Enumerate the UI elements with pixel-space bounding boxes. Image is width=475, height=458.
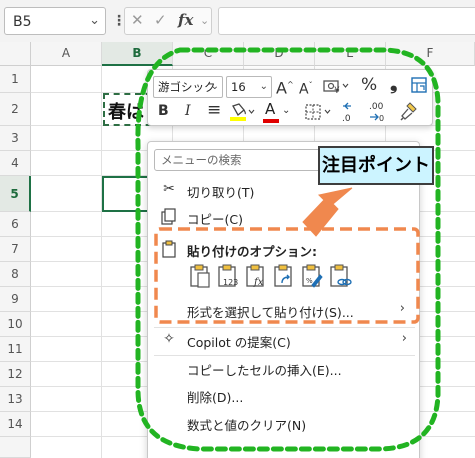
gridline [101, 66, 102, 458]
grow-font-label: A [276, 78, 287, 98]
menu-item-delete-label: 削除(D)... [187, 390, 244, 405]
sparkle-icon: ✧ [163, 331, 175, 347]
shrink-font-button[interactable]: Aˇ [299, 77, 313, 99]
row-header-4[interactable]: 4 [0, 151, 31, 176]
comma-style-button[interactable]: ❟ [390, 74, 397, 93]
chevron-down-icon[interactable]: ⌄ [200, 14, 209, 27]
menu-item-paste-special-label: 形式を選択して貼り付け(S)... [187, 305, 354, 320]
chevron-down-icon: ⌄ [259, 81, 268, 92]
menu-item-copy[interactable]: コピー(C) [148, 204, 421, 230]
formula-input[interactable] [218, 7, 475, 35]
svg-text:%: % [306, 277, 313, 285]
row-header-13[interactable]: 13 [0, 387, 31, 412]
enter-icon[interactable]: ✓ [154, 11, 167, 29]
row-header-15[interactable] [0, 437, 31, 458]
row-header-10[interactable]: 10 [0, 312, 31, 337]
menu-item-copy-label: コピー(C) [187, 212, 243, 227]
row-header-1[interactable]: 1 [0, 66, 31, 93]
font-color-swatch [263, 119, 279, 123]
align-center-button[interactable]: ≡ [207, 101, 221, 119]
name-box[interactable]: B5 ⌄ [4, 7, 106, 35]
menu-item-copilot[interactable]: ✧ Copilot の提案(C) › [148, 327, 421, 353]
menu-item-delete[interactable]: 削除(D)... [148, 382, 421, 408]
font-name-value: 游ゴシック [158, 80, 216, 94]
formula-buttons: ✕ ✓ fx ⌄ [124, 7, 212, 35]
menu-item-insert-copied[interactable]: コピーしたセルの挿入(E)... [148, 355, 421, 381]
shrink-font-label: A [299, 81, 309, 98]
menu-item-cut-label: 切り取り(T) [187, 185, 255, 200]
column-header-a[interactable]: A [31, 42, 102, 66]
svg-text:0: 0 [379, 114, 384, 123]
formula-bar: B5 ⌄ ⋮ ✕ ✓ fx ⌄ [0, 0, 475, 42]
font-name-select[interactable]: 游ゴシック ⌄ [153, 76, 223, 98]
row-header-7[interactable]: 7 [0, 237, 31, 262]
fill-color-button[interactable] [228, 102, 256, 127]
column-header-c[interactable]: C [173, 42, 244, 66]
column-header-b[interactable]: B [102, 42, 173, 66]
svg-text:¥: ¥ [334, 86, 340, 94]
paste-options-label: 貼り付けのオプション: [187, 244, 317, 259]
submenu-arrow-icon: › [399, 301, 405, 316]
chevron-down-icon[interactable]: ⌄ [89, 13, 100, 28]
insert-function-icon[interactable]: fx [178, 11, 193, 29]
paste-icon[interactable] [187, 263, 213, 289]
paste-formulas-icon[interactable]: fx [243, 263, 269, 289]
submenu-arrow-icon: › [401, 331, 407, 346]
svg-text:123: 123 [223, 278, 238, 287]
mini-toolbar: 游ゴシック ⌄ 16 ⌄ A^ Aˇ ¥ % ❟ B I ≡ A ⌄ .0 .0… [147, 69, 433, 126]
callout-label: 注目ポイント [318, 146, 434, 185]
paste-options-header: 貼り付けのオプション: [148, 237, 421, 261]
format-painter-icon[interactable] [398, 100, 420, 127]
format-cells-icon[interactable] [410, 76, 428, 99]
font-size-select[interactable]: 16 ⌄ [226, 76, 272, 98]
context-menu: メニューの検索 ✂ 切り取り(T) コピー(C) 貼り付けのオプション: 123… [147, 141, 420, 458]
italic-button[interactable]: I [185, 102, 191, 120]
scissors-icon: ✂ [163, 181, 175, 197]
row-header-3[interactable]: 3 [0, 126, 31, 151]
copy-icon [160, 208, 178, 226]
font-size-value: 16 [231, 80, 246, 94]
row-header-2[interactable]: 2 [0, 93, 31, 126]
percent-style-button[interactable]: % [361, 76, 377, 94]
row-header-8[interactable]: 8 [0, 262, 31, 287]
row-header-9[interactable]: 9 [0, 287, 31, 312]
cancel-icon[interactable]: ✕ [131, 11, 144, 29]
paste-transpose-icon[interactable] [271, 263, 297, 289]
row-header-12[interactable]: 12 [0, 362, 31, 387]
chevron-down-icon: ⌄ [282, 105, 291, 116]
svg-text:fx: fx [253, 277, 264, 288]
menu-item-clear[interactable]: 数式と値のクリア(N) [148, 410, 421, 436]
increase-decimal-text: .0 [342, 114, 351, 124]
paste-formatting-icon[interactable]: % [299, 263, 325, 289]
paste-link-icon[interactable] [327, 263, 353, 289]
menu-item-copilot-label: Copilot の提案(C) [187, 335, 291, 350]
menu-item-clear-label: 数式と値のクリア(N) [187, 418, 307, 433]
decrease-decimal-text: .00 [369, 102, 384, 112]
chevron-down-icon: ⌄ [210, 81, 219, 92]
menu-item-insert-copied-label: コピーしたセルの挿入(E)... [187, 363, 342, 378]
column-header-e[interactable]: E [315, 42, 386, 66]
bold-button[interactable]: B [158, 102, 169, 120]
excel-window: B5 ⌄ ⋮ ✕ ✓ fx ⌄ A B C D E F 1 2 3 4 5 6 … [0, 0, 475, 458]
row-header-14[interactable]: 14 [0, 412, 31, 437]
paste-values-icon[interactable]: 123 [215, 263, 241, 289]
column-header-d[interactable]: D [244, 42, 315, 66]
row-header-11[interactable]: 11 [0, 337, 31, 362]
font-color-letter: A [265, 100, 276, 118]
clipboard-icon [161, 240, 177, 261]
select-all-corner[interactable] [0, 42, 31, 66]
grow-font-button[interactable]: A^ [276, 76, 294, 97]
row-header-6[interactable]: 6 [0, 212, 31, 237]
column-header-f[interactable]: F [386, 42, 475, 66]
borders-button[interactable] [303, 102, 333, 127]
row-header-5[interactable]: 5 [0, 176, 31, 212]
menu-item-paste-special[interactable]: 形式を選択して貼り付け(S)... › [148, 297, 421, 323]
name-box-value: B5 [13, 14, 32, 30]
decrease-decimal-button[interactable]: .00 0 [367, 100, 391, 129]
increase-decimal-button[interactable]: .0 [340, 100, 362, 129]
accounting-format-icon[interactable]: ¥ [323, 78, 349, 99]
